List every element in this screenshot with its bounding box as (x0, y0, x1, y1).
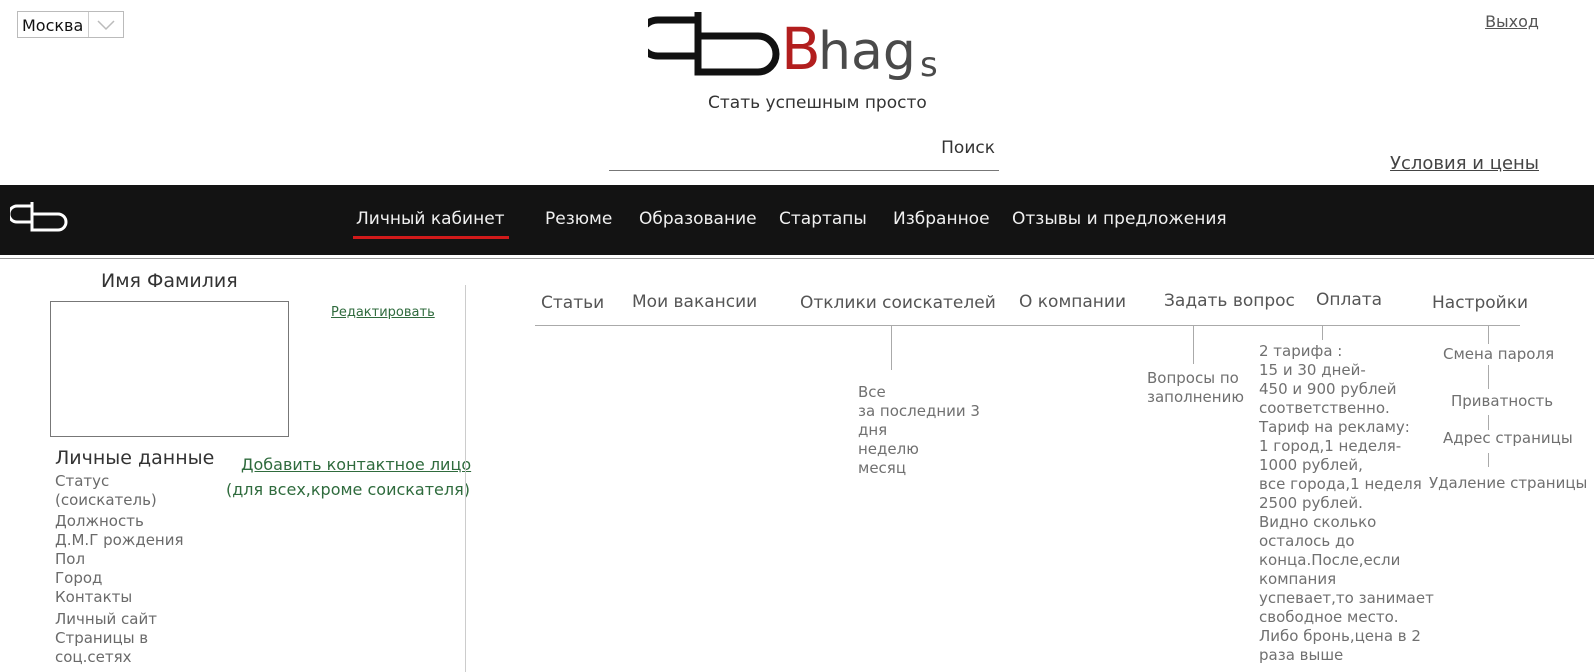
payment-line: свободное место. (1259, 608, 1399, 626)
responses-week[interactable]: неделю (858, 440, 919, 459)
profile-name: Имя Фамилия (101, 270, 238, 292)
tab-articles[interactable]: Статьи (541, 293, 604, 313)
question-connector (1193, 326, 1194, 364)
field-city: Город (55, 569, 103, 587)
nav-item-cabinet[interactable]: Личный кабинет (353, 209, 509, 239)
responses-connector (891, 326, 892, 370)
tabs-underline (535, 325, 1520, 326)
payment-line: 1000 рублей, (1259, 456, 1363, 474)
terms-and-prices-link[interactable]: Условия и цены (1390, 153, 1539, 174)
payment-line: все города,1 неделя (1259, 475, 1422, 493)
logout-link[interactable]: Выход (1485, 12, 1539, 31)
settings-delete-page[interactable]: Удаление страницы (1429, 474, 1587, 493)
payment-line: 1 город,1 неделя- (1259, 437, 1402, 455)
edit-profile-link[interactable]: Редактировать (331, 305, 435, 320)
nav-item-resume[interactable]: Резюме (545, 209, 612, 229)
nav-item-startups[interactable]: Стартапы (779, 209, 867, 229)
payment-line: Либо бронь,цена в 2 (1259, 627, 1421, 645)
profile-photo[interactable] (50, 301, 289, 437)
payment-line: 2 тарифа : (1259, 342, 1343, 360)
payment-line: Видно сколько (1259, 513, 1377, 531)
field-status-value: (соискатель) (55, 491, 157, 509)
payment-line: Тариф на рекламу: (1259, 418, 1410, 436)
responses-last-3[interactable]: за последнии 3 (858, 402, 980, 421)
question-fill-1[interactable]: Вопросы по (1147, 369, 1239, 388)
field-social: Страницы в (55, 629, 149, 647)
payment-line: конца.После,если (1259, 551, 1401, 569)
settings-connector-1 (1488, 326, 1489, 344)
payment-line: 2500 рублей. (1259, 494, 1363, 512)
nav-divider (0, 258, 1594, 259)
add-contact-note: (для всех,кроме соискателя) (226, 480, 470, 499)
field-gender: Пол (55, 550, 86, 568)
logo-letter-b: B (781, 15, 821, 83)
settings-connector-4 (1488, 453, 1489, 467)
tab-responses[interactable]: Отклики соискателей (800, 293, 996, 313)
payment-line: 15 и 30 дней- (1259, 361, 1366, 379)
payment-line: раза выше (1259, 646, 1344, 664)
settings-privacy[interactable]: Приватность (1451, 392, 1553, 411)
field-status: Статус (55, 472, 110, 490)
field-website: Личный сайт (55, 610, 157, 628)
field-birthdate: Д.М.Г рождения (55, 531, 184, 549)
column-divider (465, 285, 466, 672)
payment-line: 450 и 900 рублей (1259, 380, 1397, 398)
logo-text: hag (818, 22, 916, 82)
tab-settings[interactable]: Настройки (1432, 293, 1528, 313)
search-input[interactable]: Поиск (609, 132, 999, 171)
payment-line: компания (1259, 570, 1337, 588)
settings-connector-3 (1488, 415, 1489, 430)
payment-line: успевает,то занимает (1259, 589, 1434, 607)
personal-data-title: Личные данные (55, 447, 215, 469)
tab-payment[interactable]: Оплата (1316, 290, 1382, 310)
field-contacts: Контакты (55, 588, 133, 606)
field-position: Должность (55, 512, 144, 530)
tab-ask-question[interactable]: Задать вопрос (1164, 291, 1295, 311)
responses-days: дня (858, 421, 888, 439)
field-social-cont: соц.сетях (55, 648, 132, 666)
tab-my-vacancies[interactable]: Мои вакансии (632, 292, 757, 312)
settings-change-password[interactable]: Смена пароля (1443, 345, 1554, 364)
logo-letter-s: s (920, 45, 938, 85)
nav-item-feedback[interactable]: Отзывы и предложения (1012, 209, 1227, 229)
payment-line: осталось до (1259, 532, 1355, 550)
add-contact-link[interactable]: Добавить контактное лицо (241, 455, 471, 474)
chevron-down-icon[interactable] (88, 12, 123, 37)
mini-logo-icon[interactable] (10, 200, 70, 236)
question-fill-2[interactable]: заполнению (1147, 388, 1244, 407)
responses-all[interactable]: Все (858, 383, 886, 402)
logo-emblem-icon (648, 12, 780, 76)
city-select-value: Москва (22, 16, 84, 35)
main-navbar: Личный кабинет Резюме Образование Старта… (0, 185, 1594, 255)
city-select[interactable]: Москва (17, 11, 124, 38)
responses-month[interactable]: месяц (858, 459, 906, 478)
search-label: Поиск (941, 138, 995, 158)
bhags-logo: B hag s (648, 8, 948, 88)
tagline: Стать успешным просто (708, 93, 927, 113)
nav-item-education[interactable]: Образование (639, 209, 757, 229)
nav-item-favorites[interactable]: Избранное (893, 209, 990, 229)
tab-about-company[interactable]: О компании (1019, 292, 1126, 312)
settings-connector-2 (1488, 365, 1489, 389)
payment-connector (1322, 326, 1323, 340)
settings-page-address[interactable]: Адрес страницы (1443, 429, 1573, 448)
payment-line: соответственно. (1259, 399, 1390, 417)
